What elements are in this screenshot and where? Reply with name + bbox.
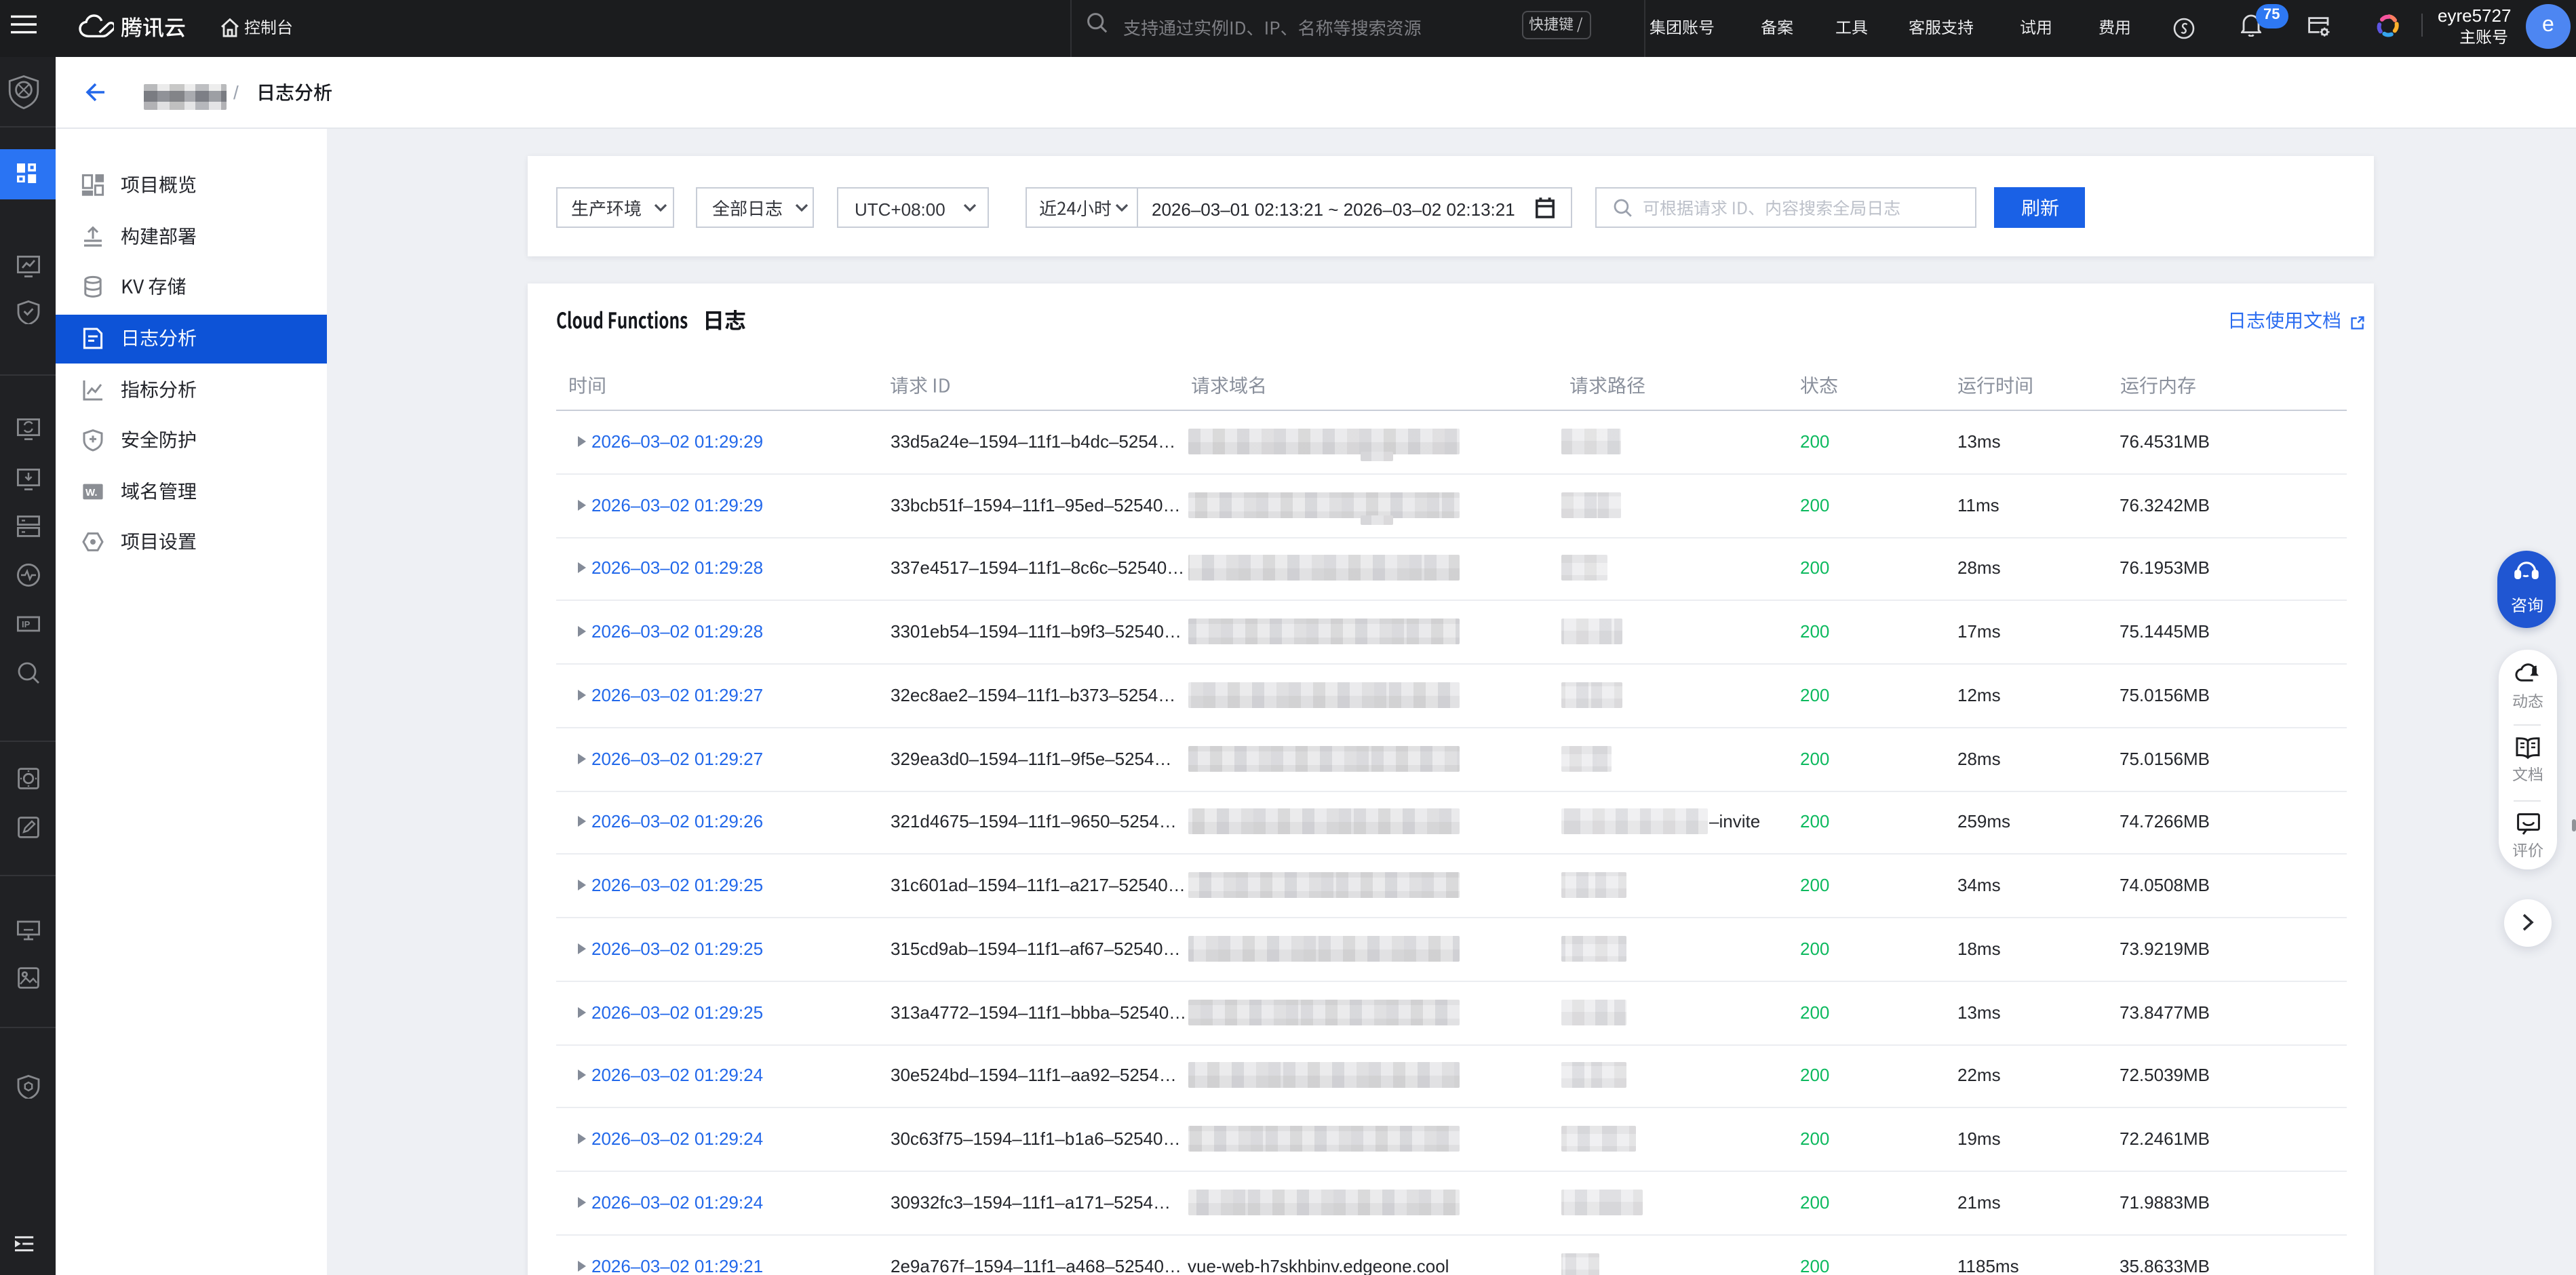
- svg-text:W.: W.: [85, 486, 98, 498]
- svg-text:IP: IP: [21, 619, 30, 629]
